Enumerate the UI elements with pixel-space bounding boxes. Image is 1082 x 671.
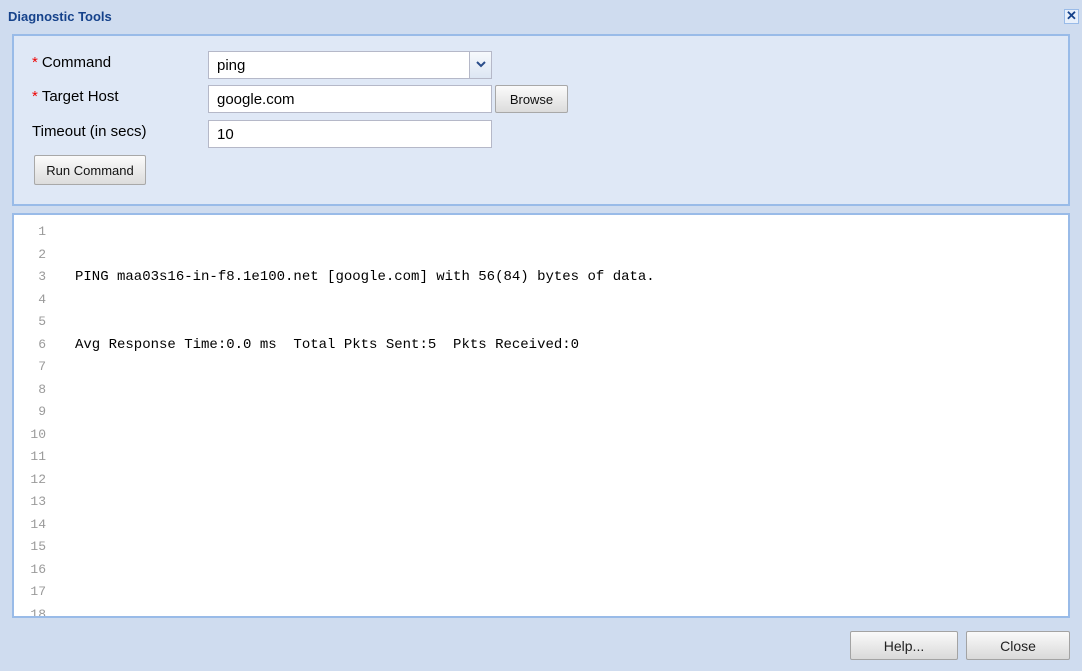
line-number: 5 <box>38 314 46 329</box>
line-number: 9 <box>38 404 46 419</box>
timeout-label: Timeout (in secs) <box>32 123 147 140</box>
chevron-down-icon <box>476 61 486 68</box>
command-select[interactable]: ping <box>208 51 492 79</box>
command-select-trigger[interactable] <box>469 52 491 78</box>
target-host-label: * Target Host <box>32 88 119 105</box>
output-line: 13 <box>14 494 1064 516</box>
line-number: 16 <box>30 561 46 577</box>
output-line: 5 <box>14 314 1064 336</box>
line-number: 15 <box>30 539 46 554</box>
close-button[interactable]: Close <box>966 631 1070 660</box>
output-line: 18 <box>14 606 1064 618</box>
output-line: 11 <box>14 449 1064 471</box>
window-title: Diagnostic Tools <box>8 9 112 24</box>
output-line: 2 <box>14 247 1064 269</box>
line-number: 7 <box>38 359 46 374</box>
line-number: 8 <box>38 381 46 397</box>
timeout-input[interactable] <box>208 120 492 148</box>
help-button[interactable]: Help... <box>850 631 958 660</box>
line-number: 10 <box>30 426 46 442</box>
line-number: 12 <box>30 471 46 487</box>
title-bar: Diagnostic Tools ✕ <box>0 0 1082 33</box>
output-line: 3 PING maa03s16-in-f8.1e100.net [google.c… <box>14 269 1064 291</box>
output-line: 17 <box>14 584 1064 606</box>
command-select-value: ping <box>217 57 246 74</box>
output-line: 4 <box>14 292 1064 314</box>
browse-button[interactable]: Browse <box>495 85 568 113</box>
target-host-input[interactable] <box>208 85 492 113</box>
line-number: 6 <box>38 336 46 352</box>
command-form: *Command ping *Target Host Browse Timeou… <box>12 34 1070 206</box>
output-console[interactable]: 1 2 3 PING maa03s16-in-f8.1e100.net [google… <box>12 213 1070 618</box>
output-line: 12 <box>14 472 1064 494</box>
output-line: 8 <box>14 382 1064 404</box>
output-line: 16 <box>14 562 1064 584</box>
output-line: 7 <box>14 359 1064 381</box>
line-number: 17 <box>30 584 46 599</box>
output-line: 15 <box>14 539 1064 561</box>
line-text: Avg Response Time:0.0 ms Total Pkts Sent… <box>75 336 580 353</box>
output-line: 6 Avg Response Time:0.0 ms Total Pkts Sen… <box>14 337 1064 359</box>
output-line: 10 <box>14 427 1064 449</box>
required-marker: * <box>32 54 38 71</box>
close-icon[interactable]: ✕ <box>1064 9 1079 24</box>
run-command-button[interactable]: Run Command <box>34 155 146 185</box>
line-number: 18 <box>30 606 46 618</box>
line-number: 13 <box>30 494 46 509</box>
line-number: 11 <box>30 449 46 464</box>
output-line: 14 <box>14 517 1064 539</box>
required-marker: * <box>32 88 38 105</box>
line-number: 2 <box>38 246 46 262</box>
output-line: 9 <box>14 404 1064 426</box>
line-number: 14 <box>30 516 46 532</box>
line-number: 3 <box>38 269 46 284</box>
line-text: PING maa03s16-in-f8.1e100.net [google.co… <box>75 269 655 285</box>
output-line: 1 <box>14 224 1064 246</box>
line-number: 4 <box>38 291 46 307</box>
command-label: * Command <box>32 54 112 71</box>
line-number: 1 <box>38 224 46 239</box>
